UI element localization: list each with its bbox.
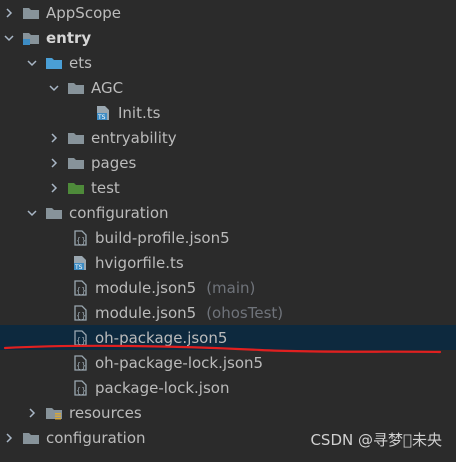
- tree-item-init-ts[interactable]: TS Init.ts: [0, 100, 456, 125]
- folder-icon: [67, 130, 85, 146]
- tree-item-label: oh-package-lock.json5: [95, 353, 264, 372]
- tree-item-pages[interactable]: pages: [0, 150, 456, 175]
- tree-item-label: entry: [46, 28, 92, 47]
- typescript-file-icon: TS: [71, 255, 89, 271]
- json-file-icon: {}: [71, 304, 89, 321]
- chevron-down-icon[interactable]: [25, 206, 39, 220]
- chevron-right-icon[interactable]: [2, 6, 16, 20]
- svg-text:{}: {}: [76, 361, 86, 370]
- tree-item-label: oh-package.json5: [95, 328, 228, 347]
- tree-item-oh-package[interactable]: {} oh-package.json5: [0, 325, 456, 350]
- module-folder-icon: [22, 30, 40, 46]
- tree-item-entry[interactable]: entry: [0, 25, 456, 50]
- tree-item-package-lock[interactable]: {} package-lock.json: [0, 375, 456, 400]
- chevron-right-icon[interactable]: [2, 431, 16, 445]
- tree-item-label: configuration: [69, 203, 169, 222]
- tree-item-label: resources: [69, 403, 142, 422]
- tree-item-label: module.json5: [95, 303, 197, 322]
- tree-item-appscope[interactable]: AppScope: [0, 0, 456, 25]
- tree-item-label: pages: [91, 153, 137, 172]
- chevron-down-icon[interactable]: [25, 56, 39, 70]
- json-file-icon: {}: [71, 329, 89, 346]
- json-file-icon: {}: [71, 229, 89, 246]
- chevron-down-icon[interactable]: [47, 81, 61, 95]
- tree-item-label: entryability: [91, 128, 177, 147]
- tree-item-label: hvigorfile.ts: [95, 253, 184, 272]
- tree-item-module-test[interactable]: {} module.json5 (ohosTest): [0, 300, 456, 325]
- tree-item-label: test: [91, 178, 120, 197]
- tree-item-resources[interactable]: resources: [0, 400, 456, 425]
- folder-icon: [22, 5, 40, 21]
- json-file-icon: {}: [71, 354, 89, 371]
- svg-text:{}: {}: [76, 286, 86, 295]
- tree-item-module-main[interactable]: {} module.json5 (main): [0, 275, 456, 300]
- json-file-icon: {}: [71, 279, 89, 296]
- watermark: CSDN @寻梦 未央: [310, 431, 442, 449]
- chevron-down-icon[interactable]: [2, 31, 16, 45]
- resources-folder-icon: [45, 405, 63, 421]
- tree-item-test[interactable]: test: [0, 175, 456, 200]
- folder-icon: [22, 430, 40, 446]
- tree-item-label: package-lock.json: [95, 378, 230, 397]
- tree-item-entryability[interactable]: entryability: [0, 125, 456, 150]
- module-tag: (main): [206, 278, 256, 297]
- svg-text:{}: {}: [76, 311, 86, 320]
- json-file-icon: {}: [71, 379, 89, 396]
- source-folder-icon: [45, 55, 63, 71]
- svg-text:TS: TS: [74, 264, 83, 271]
- chevron-right-icon[interactable]: [25, 406, 39, 420]
- tree-item-build-profile[interactable]: {} build-profile.json5: [0, 225, 456, 250]
- tree-item-label: ets: [69, 53, 92, 72]
- tree-item-label: Init.ts: [118, 103, 161, 122]
- tree-item-label: build-profile.json5: [95, 228, 230, 247]
- svg-text:{}: {}: [76, 236, 86, 245]
- folder-icon: [67, 80, 85, 96]
- tree-item-label: configuration: [46, 428, 146, 447]
- tree-item-configuration[interactable]: configuration: [0, 200, 456, 225]
- tree-item-hvigorfile[interactable]: TS hvigorfile.ts: [0, 250, 456, 275]
- test-folder-icon: [67, 180, 85, 196]
- typescript-file-icon: TS: [94, 105, 112, 121]
- chevron-right-icon[interactable]: [47, 181, 61, 195]
- module-tag: (ohosTest): [206, 303, 284, 322]
- svg-text:{}: {}: [76, 386, 86, 395]
- tree-item-label: module.json5: [95, 278, 197, 297]
- tree-item-label: AGC: [91, 78, 124, 97]
- chevron-right-icon[interactable]: [47, 156, 61, 170]
- folder-icon: [67, 155, 85, 171]
- svg-text:TS: TS: [97, 114, 106, 121]
- chevron-right-icon[interactable]: [47, 131, 61, 145]
- tree-item-label: AppScope: [46, 3, 121, 22]
- svg-text:{}: {}: [76, 336, 86, 345]
- tree-item-agc[interactable]: AGC: [0, 75, 456, 100]
- tree-item-ets[interactable]: ets: [0, 50, 456, 75]
- folder-icon: [45, 205, 63, 221]
- tree-item-oh-package-lock[interactable]: {} oh-package-lock.json5: [0, 350, 456, 375]
